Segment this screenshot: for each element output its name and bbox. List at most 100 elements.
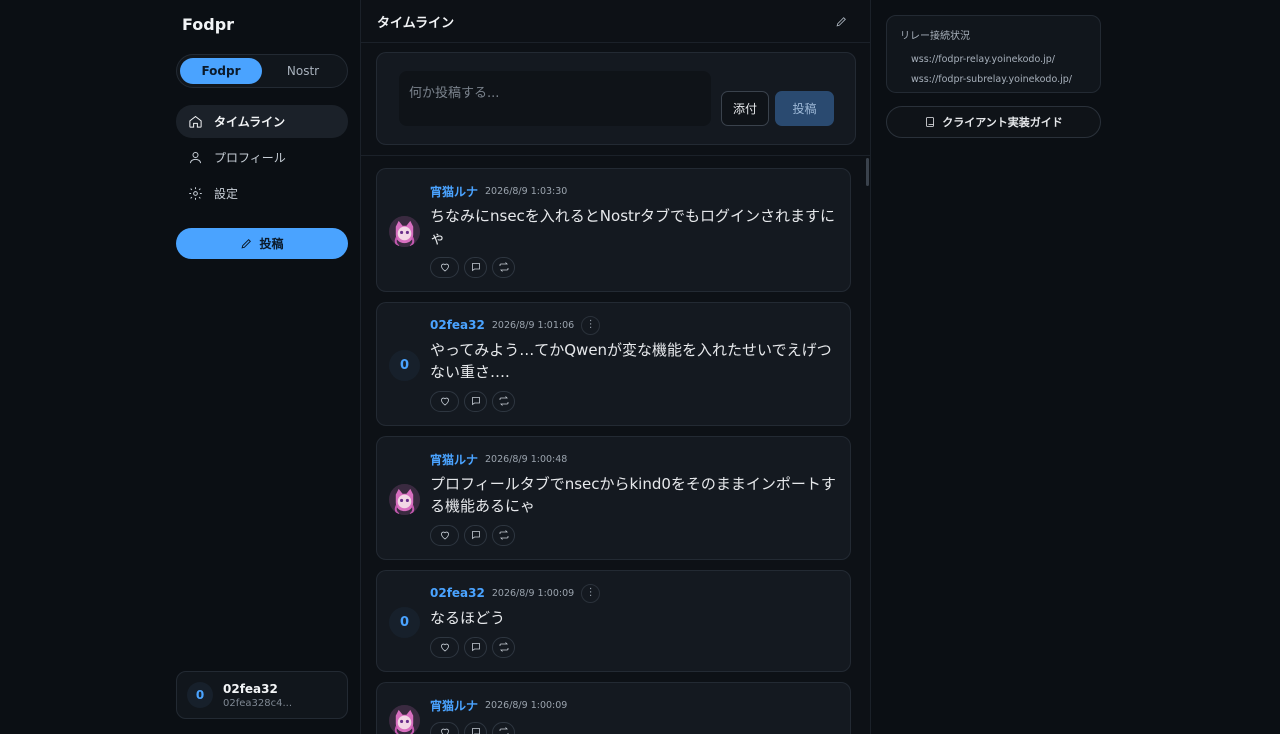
comment-icon: [470, 392, 482, 411]
relay-status-card: リレー接続状況 wss://fodpr-relay.yoinekodo.jp/ …: [886, 15, 1101, 93]
comment-icon: [470, 638, 482, 657]
post-author[interactable]: 02fea32: [430, 586, 485, 600]
post-meta: 宵猫ルナ 2026/8/9 1:00:09: [430, 696, 836, 714]
segment-fodpr[interactable]: Fodpr: [180, 58, 262, 84]
main-header: タイムライン: [361, 0, 870, 43]
account-npub: 02fea328c4...: [223, 697, 293, 709]
post-meta: 02fea32 2026/8/9 1:00:09 ⋮: [430, 583, 836, 603]
reply-button[interactable]: [464, 525, 487, 546]
heart-icon: [439, 638, 451, 657]
gear-icon: [189, 187, 202, 200]
timeline-feed[interactable]: 宵猫ルナ 2026/8/9 1:03:30 ちなみにnsecを入れるとNostrタブ…: [361, 156, 870, 734]
post-timestamp: 2026/8/9 1:03:30: [485, 185, 568, 197]
avatar[interactable]: 0: [389, 349, 420, 381]
like-button[interactable]: [430, 391, 459, 412]
compose-post-button[interactable]: 投稿: [176, 228, 348, 259]
book-icon: [926, 117, 935, 127]
post-actions: [430, 722, 836, 734]
pencil-icon: [241, 239, 252, 249]
composer-section: 添付 投稿: [361, 43, 870, 156]
home-icon: [189, 115, 202, 128]
post-timestamp: 2026/8/9 1:01:06: [491, 319, 575, 331]
sidebar-item-label: プロフィール: [214, 151, 286, 165]
timeline-post[interactable]: 宵猫ルナ 2026/8/9 1:03:30 ちなみにnsecを入れるとNostrタブ…: [376, 168, 851, 292]
page-title: タイムライン: [377, 15, 455, 31]
more-options-icon[interactable]: ⋮: [581, 583, 601, 603]
account-name: 02fea32: [223, 681, 278, 696]
attach-button[interactable]: 添付: [721, 91, 769, 126]
post-content: やってみよう…てかQwenが変な機能を入れたせいでえげつない重さ….: [430, 341, 832, 381]
sidebar-item-label: タイムライン: [214, 115, 286, 129]
edit-icon[interactable]: [835, 15, 848, 28]
repost-icon: [498, 723, 510, 734]
like-button[interactable]: [430, 525, 459, 546]
submit-post-button[interactable]: 投稿: [775, 91, 834, 126]
composer: 添付 投稿: [376, 52, 856, 145]
client-guide-button[interactable]: クライアント実装ガイド: [886, 106, 1101, 138]
repost-icon: [498, 258, 510, 277]
repost-button[interactable]: [492, 257, 515, 278]
relay-item: wss://fodpr-relay.yoinekodo.jp/: [911, 54, 1055, 65]
avatar[interactable]: [389, 215, 420, 247]
post-author[interactable]: 宵猫ルナ: [430, 183, 478, 200]
post-meta: 宵猫ルナ 2026/8/9 1:00:48: [430, 450, 836, 468]
sidebar-item-label: 設定: [214, 187, 239, 201]
reply-button[interactable]: [464, 722, 487, 734]
more-options-icon[interactable]: ⋮: [581, 315, 601, 335]
reply-button[interactable]: [464, 257, 487, 278]
like-button[interactable]: [430, 637, 459, 658]
post-author[interactable]: 02fea32: [430, 318, 485, 332]
main-column: タイムライン 添付 投稿 宵猫ルナ 2026/8/9 1:03:30 ちなみにnse…: [360, 0, 871, 734]
post-actions: [430, 637, 836, 658]
comment-icon: [470, 723, 482, 734]
repost-icon: [498, 392, 510, 411]
like-button[interactable]: [430, 722, 459, 734]
sidebar-item-profile[interactable]: プロフィール: [176, 141, 348, 174]
post-author[interactable]: 宵猫ルナ: [430, 697, 478, 714]
repost-button[interactable]: [492, 637, 515, 658]
post-timestamp: 2026/8/9 1:00:09: [491, 587, 575, 599]
right-column: リレー接続状況 wss://fodpr-relay.yoinekodo.jp/ …: [886, 15, 1101, 138]
relay-list: wss://fodpr-relay.yoinekodo.jp/ wss://fo…: [900, 50, 1088, 90]
account-card[interactable]: 0 02fea32 02fea328c4...: [176, 671, 348, 719]
sidebar-nav: タイムライン プロフィール 設定: [176, 105, 348, 213]
reply-button[interactable]: [464, 637, 487, 658]
heart-icon: [439, 258, 451, 277]
post-actions: [430, 525, 836, 546]
timeline-post[interactable]: 宵猫ルナ 2026/8/9 1:00:48 プロフィールタブでnsecからkind0…: [376, 436, 851, 560]
comment-icon: [470, 526, 482, 545]
avatar[interactable]: [389, 483, 420, 515]
post-timestamp: 2026/8/9 1:00:48: [485, 453, 568, 465]
repost-button[interactable]: [492, 525, 515, 546]
comment-icon: [470, 258, 482, 277]
heart-icon: [439, 392, 451, 411]
timeline-post[interactable]: 宵猫ルナ 2026/8/9 1:00:09: [376, 682, 851, 734]
reply-button[interactable]: [464, 391, 487, 412]
repost-icon: [498, 526, 510, 545]
app-logo[interactable]: Fodpr: [182, 15, 234, 34]
account-info: 02fea32 02fea328c4...: [223, 682, 292, 709]
scrollbar[interactable]: [866, 158, 869, 186]
avatar[interactable]: [389, 705, 420, 734]
post-actions: [430, 391, 836, 412]
avatar[interactable]: 0: [389, 606, 420, 638]
sidebar-item-settings[interactable]: 設定: [176, 177, 348, 210]
repost-icon: [498, 638, 510, 657]
like-button[interactable]: [430, 257, 459, 278]
post-list: 宵猫ルナ 2026/8/9 1:03:30 ちなみにnsecを入れるとNostrタブ…: [376, 168, 870, 734]
heart-icon: [439, 723, 451, 734]
sidebar-item-timeline[interactable]: タイムライン: [176, 105, 348, 138]
post-content: プロフィールタブでnsecからkind0をそのままインポートする機能あるにゃ: [430, 475, 836, 515]
avatar: 0: [187, 682, 213, 708]
timeline-post[interactable]: 0 02fea32 2026/8/9 1:01:06 ⋮ やってみよう…てかQwenが変…: [376, 302, 851, 426]
user-icon: [190, 152, 201, 164]
repost-button[interactable]: [492, 391, 515, 412]
sidebar: Fodpr Fodpr Nostr タイムライン プロフィール 設定 投稿 0 …: [0, 0, 360, 734]
post-input[interactable]: [399, 71, 711, 126]
post-author[interactable]: 宵猫ルナ: [430, 451, 478, 468]
repost-button[interactable]: [492, 722, 515, 734]
client-switcher: Fodpr Nostr: [176, 54, 348, 88]
segment-nostr[interactable]: Nostr: [262, 58, 344, 84]
post-meta: 宵猫ルナ 2026/8/9 1:03:30: [430, 182, 836, 200]
timeline-post[interactable]: 0 02fea32 2026/8/9 1:00:09 ⋮ なるほどう: [376, 570, 851, 672]
